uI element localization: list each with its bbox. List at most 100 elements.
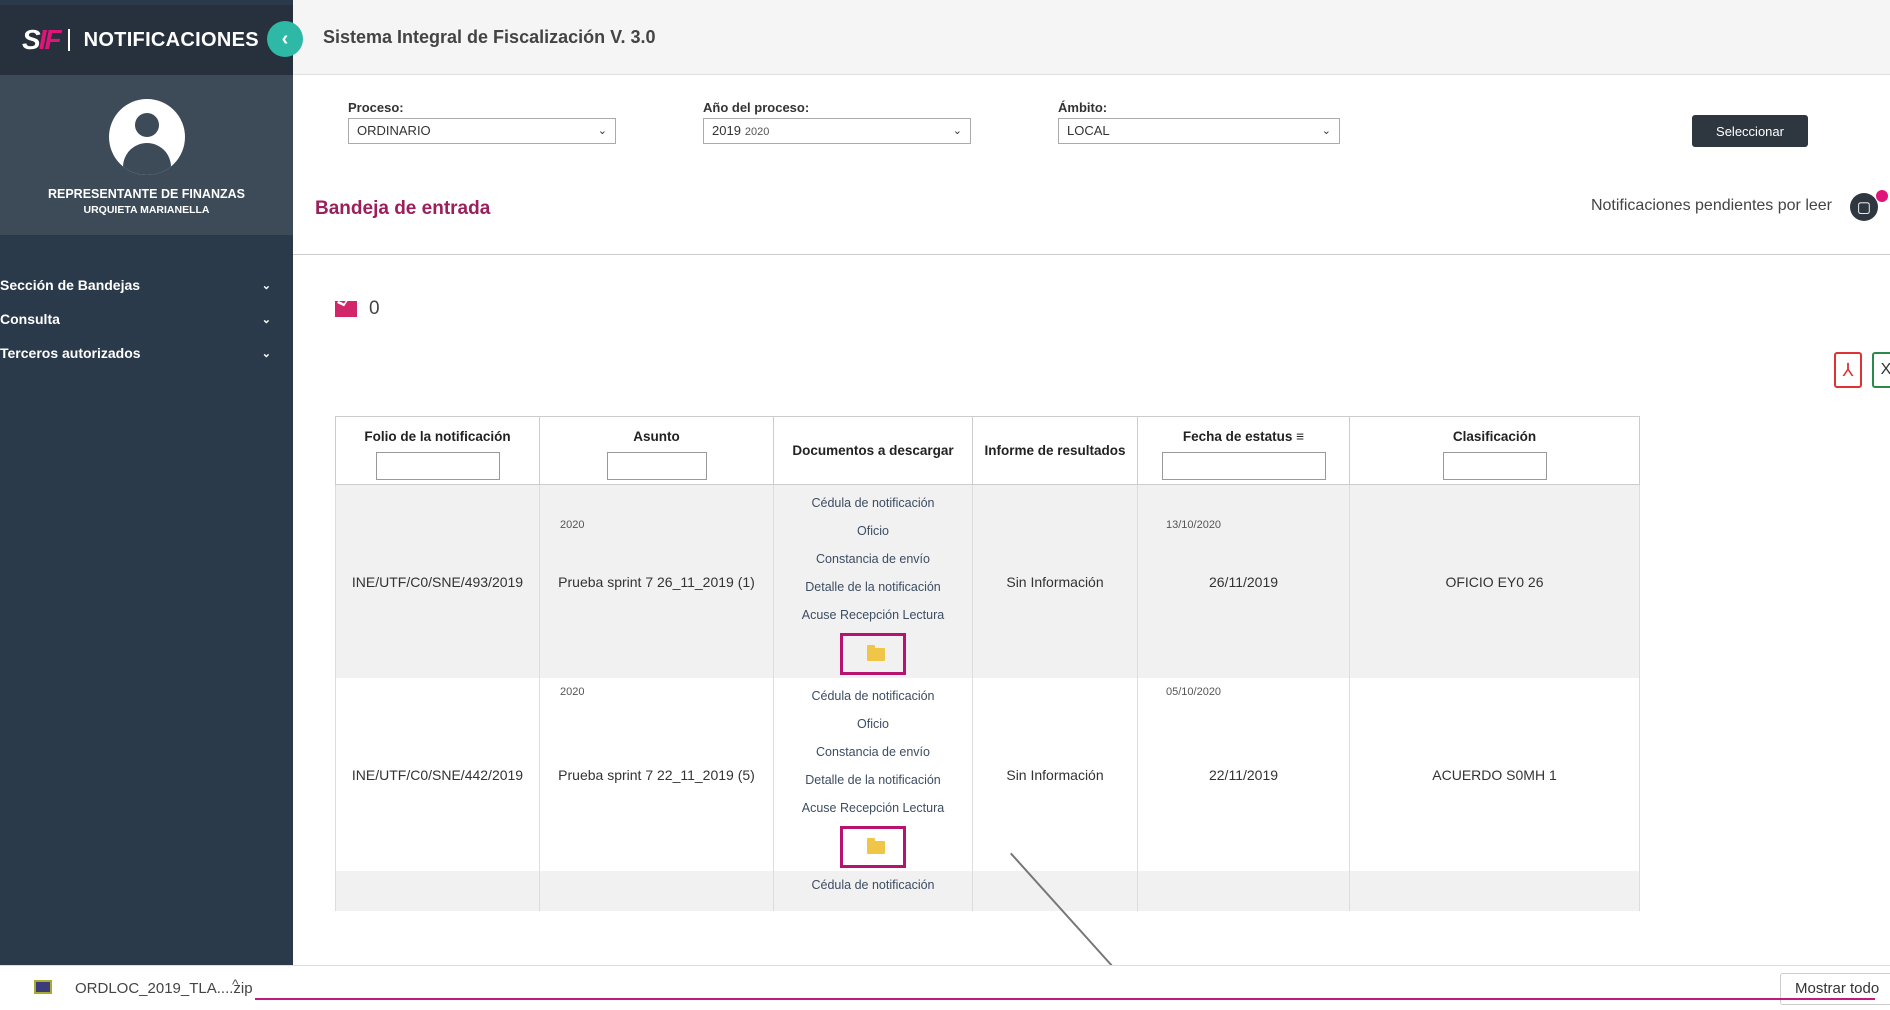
excel-icon: X: [1880, 361, 1890, 378]
brand-bar: S IF NOTIFICACIONES: [0, 5, 293, 75]
header-clasificacion-label: Clasificación: [1452, 429, 1537, 444]
documents-cell: Cédula de notificación Oficio Constancia…: [773, 484, 973, 678]
table-row[interactable]: Cédula de notificación: [335, 871, 1640, 911]
anio-filter: Año del proceso: 2019 2020 ⌄: [703, 100, 971, 144]
doc-acuse-link[interactable]: Acuse Recepción Lectura: [774, 601, 972, 629]
show-all-button[interactable]: Mostrar todo: [1780, 973, 1890, 1005]
sidebar-item-bandejas[interactable]: Sección de Bandejas ⌄: [0, 268, 293, 302]
download-bar: ORDLOC_2019_TLA....zip ^ Mostrar todo: [0, 965, 1890, 1010]
brand-separator: [67, 29, 70, 51]
chevron-up-icon[interactable]: ^: [232, 976, 239, 992]
asunto-text: Prueba sprint 7 22_11_2019 (5): [558, 766, 755, 783]
header-fecha: Fecha de estatus ≡: [1137, 416, 1350, 485]
doc-constancia-link[interactable]: Constancia de envío: [774, 738, 972, 766]
fecha-cell: 13/10/2020 26/11/2019: [1137, 484, 1350, 678]
sidebar-item-terceros[interactable]: Terceros autorizados ⌄: [0, 336, 293, 370]
table-row[interactable]: INE/UTF/C0/SNE/442/2019 2020 Prueba spri…: [335, 678, 1640, 871]
ambito-select[interactable]: LOCAL ⌄: [1058, 118, 1340, 144]
folder-icon: [867, 645, 885, 661]
avatar-head: [135, 113, 159, 137]
sidebar-item-consulta[interactable]: Consulta ⌄: [0, 302, 293, 336]
doc-cedula-link[interactable]: Cédula de notificación: [774, 489, 972, 517]
notification-badge: [1876, 190, 1888, 202]
envelope-icon: [335, 301, 357, 317]
collapse-sidebar-button[interactable]: ‹: [267, 21, 303, 57]
user-role: REPRESENTANTE DE FINANZAS: [47, 187, 245, 201]
window-title: Sistema Integral de Fiscalización V. 3.0: [323, 27, 656, 47]
header-fecha-label: Fecha de estatus: [1182, 429, 1293, 444]
sort-icon[interactable]: ≡: [1296, 429, 1304, 444]
chevron-down-icon: ⌄: [261, 347, 271, 360]
chevron-down-icon: ⌄: [597, 125, 607, 137]
download-filename[interactable]: ORDLOC_2019_TLA....zip: [75, 980, 253, 997]
proceso-filter: Proceso: ORDINARIO ⌄: [348, 100, 616, 144]
doc-oficio-link[interactable]: Oficio: [774, 710, 972, 738]
clasificacion-cell: ACUERDO S0MH 1: [1349, 678, 1640, 871]
asunto-filter-input[interactable]: [606, 452, 707, 480]
asunto-cell: 2020 Prueba sprint 7 26_11_2019 (1): [539, 484, 774, 678]
doc-constancia-link[interactable]: Constancia de envío: [774, 545, 972, 573]
clasificacion-filter-input[interactable]: [1442, 452, 1547, 480]
folio-filter-input[interactable]: [375, 452, 500, 480]
clasificacion-cell: [1349, 871, 1640, 911]
main-content: 0 ⅄ X Folio de la notificación Asunto Do…: [293, 256, 1890, 965]
fecha-cell: [1137, 871, 1350, 911]
select-button[interactable]: Seleccionar: [1692, 115, 1808, 147]
documents-cell: Cédula de notificación: [773, 871, 973, 911]
chevron-down-icon: ⌄: [1321, 125, 1331, 137]
doc-detalle-link[interactable]: Detalle de la notificación: [774, 573, 972, 601]
user-profile: REPRESENTANTE DE FINANZAS URQUIETA MARIA…: [0, 75, 293, 235]
asunto-text: Prueba sprint 7 26_11_2019 (1): [558, 573, 755, 590]
proceso-label: Proceso:: [348, 100, 404, 115]
doc-cedula-link[interactable]: Cédula de notificación: [774, 682, 972, 710]
top-header: Sistema Integral de Fiscalización V. 3.0: [293, 0, 1890, 75]
fecha-filter-input[interactable]: [1161, 452, 1326, 480]
clasificacion-cell: OFICIO EY0 26: [1349, 484, 1640, 678]
inbox-title: Bandeja de entrada: [315, 198, 491, 219]
doc-cedula-link[interactable]: Cédula de notificación: [774, 871, 972, 899]
chevron-left-icon: ‹: [281, 27, 289, 50]
sidebar: S IF NOTIFICACIONES ‹ REPRESENTANTE DE FI…: [0, 0, 303, 965]
folio-cell: INE/UTF/C0/SNE/493/2019: [335, 484, 540, 678]
notification-icon[interactable]: ▢: [1850, 193, 1878, 221]
fecha-text: 26/11/2019: [1208, 573, 1279, 590]
asunto-year: 2020: [560, 519, 585, 531]
header-folio: Folio de la notificación: [335, 416, 540, 485]
informe-cell: Sin Información: [972, 678, 1138, 871]
folio-cell: INE/UTF/C0/SNE/442/2019: [335, 678, 540, 871]
chevron-down-icon: ⌄: [261, 279, 271, 292]
export-pdf-button[interactable]: ⅄: [1834, 352, 1862, 388]
archive-icon: [34, 980, 52, 994]
doc-oficio-link[interactable]: Oficio: [774, 517, 972, 545]
asunto-year: 2020: [560, 686, 585, 698]
pending-label: Notificaciones pendientes por leer: [1590, 197, 1832, 214]
doc-detalle-link[interactable]: Detalle de la notificación: [774, 766, 972, 794]
documents-cell: Cédula de notificación Oficio Constancia…: [773, 678, 973, 871]
folio-cell: [335, 871, 540, 911]
sidebar-item-label: Consulta: [0, 311, 60, 327]
fecha-small: 05/10/2020: [1166, 686, 1222, 698]
proceso-select[interactable]: ORDINARIO ⌄: [348, 118, 616, 144]
avatar-body: [123, 143, 171, 175]
folder-download-button[interactable]: [840, 826, 906, 868]
asunto-cell: [539, 871, 774, 911]
avatar: [109, 99, 185, 175]
app-logo: S IF: [22, 24, 62, 56]
inbox-header: Bandeja de entrada Notificaciones pendie…: [293, 165, 1890, 255]
user-name: URQUIETA MARIANELLA: [83, 204, 210, 216]
header-folio-label: Folio de la notificación: [364, 429, 511, 444]
anio-sub: 2020: [744, 126, 770, 138]
export-excel-button[interactable]: X: [1872, 352, 1890, 388]
anio-label: Año del proceso:: [703, 100, 810, 115]
fecha-cell: 05/10/2020 22/11/2019: [1137, 678, 1350, 871]
brand-title: NOTIFICACIONES: [83, 28, 259, 51]
doc-acuse-link[interactable]: Acuse Recepción Lectura: [774, 794, 972, 822]
ambito-value: LOCAL: [1067, 123, 1110, 138]
header-asunto: Asunto: [539, 416, 774, 485]
table-row[interactable]: INE/UTF/C0/SNE/493/2019 2020 Prueba spri…: [335, 484, 1640, 678]
folder-download-button[interactable]: [840, 633, 906, 675]
sidebar-menu: Sección de Bandejas ⌄ Consulta ⌄ Tercero…: [0, 268, 293, 370]
header-asunto-label: Asunto: [633, 429, 680, 444]
sidebar-item-label: Terceros autorizados: [0, 345, 141, 361]
anio-select[interactable]: 2019 2020 ⌄: [703, 118, 971, 144]
